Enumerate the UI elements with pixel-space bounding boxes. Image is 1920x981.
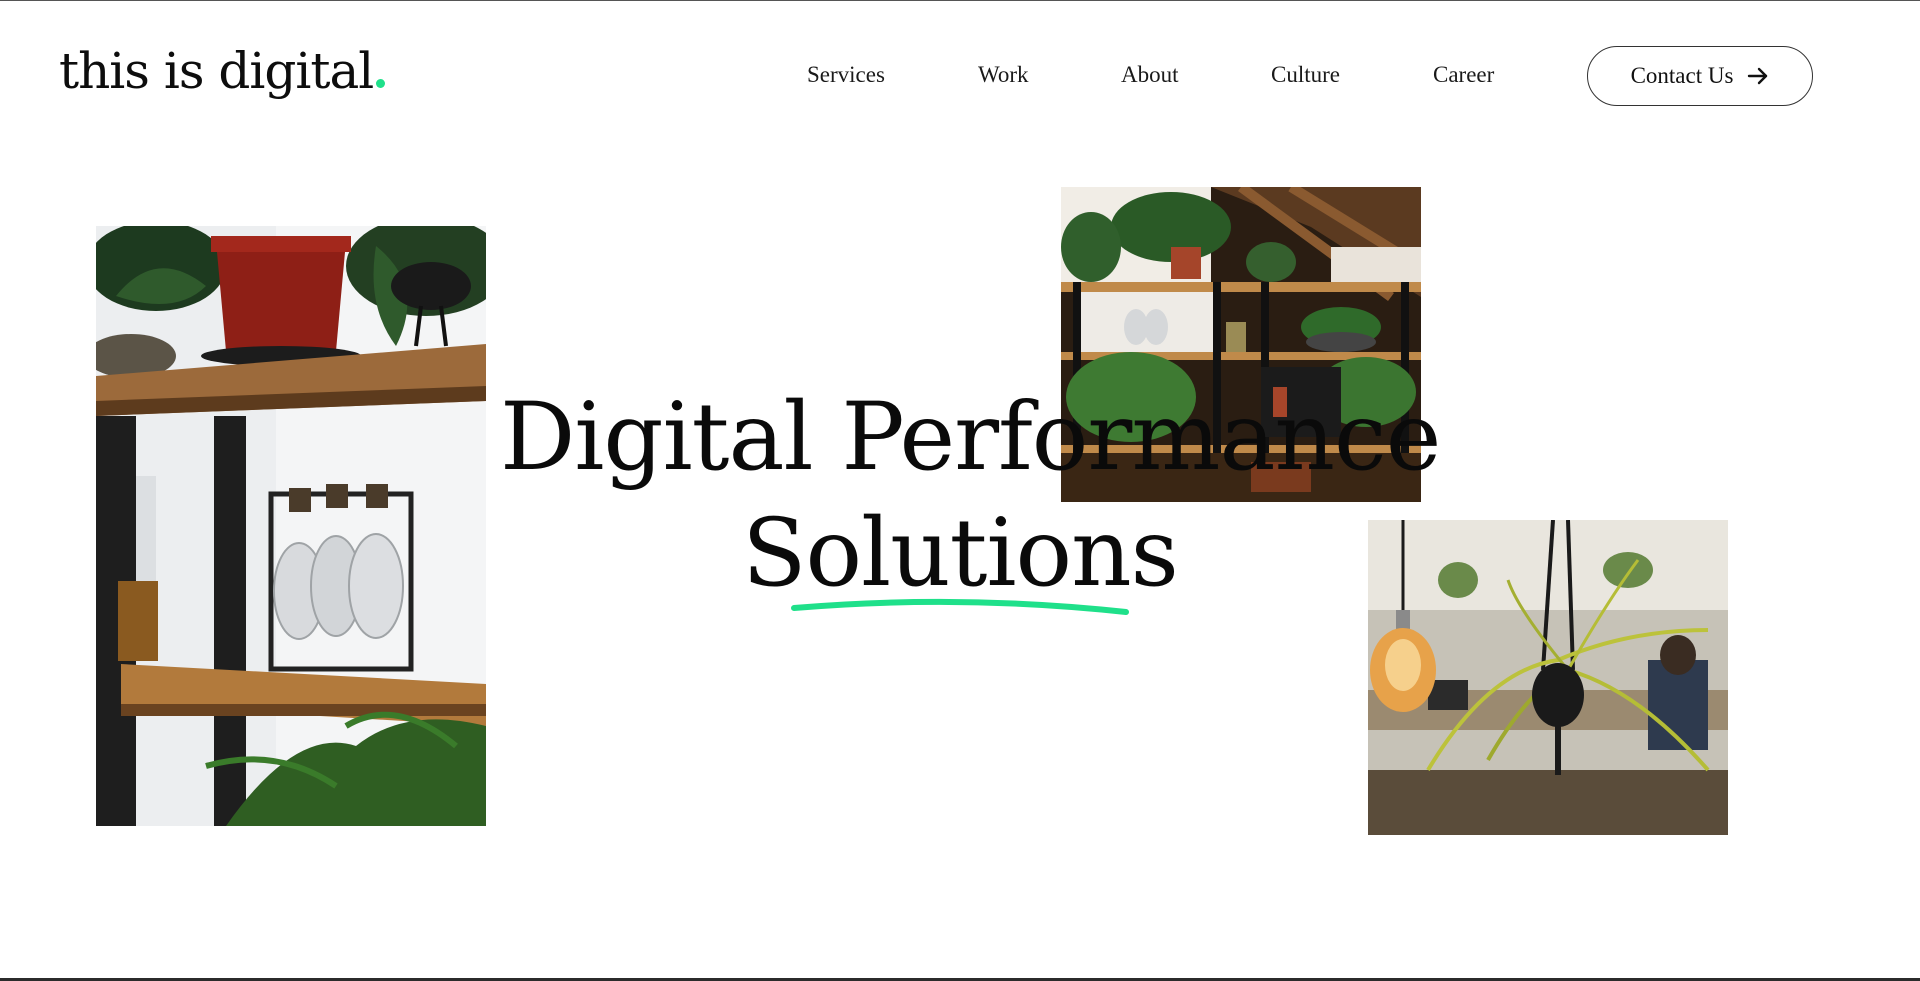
shelf-plants-photo <box>96 226 486 826</box>
nav-item-culture[interactable]: Culture <box>1271 62 1340 88</box>
arrow-right-icon <box>1747 66 1769 86</box>
hanging-plant-bulb-photo <box>1368 520 1728 835</box>
nav-item-career[interactable]: Career <box>1433 62 1494 88</box>
headline-underline <box>791 598 1129 615</box>
hero-line-1: Digital Performance <box>500 383 1441 492</box>
hero-headline: Digital Performance Solutions <box>500 380 1441 612</box>
contact-us-label: Contact Us <box>1630 63 1734 88</box>
nav-item-work[interactable]: Work <box>978 62 1029 88</box>
nav-item-about[interactable]: About <box>1121 62 1179 88</box>
contact-us-button[interactable]: Contact Us <box>1587 46 1813 106</box>
top-border <box>0 0 1920 1</box>
page: this is digital Services Work About Cult… <box>0 0 1920 981</box>
nav-item-services[interactable]: Services <box>807 62 885 88</box>
